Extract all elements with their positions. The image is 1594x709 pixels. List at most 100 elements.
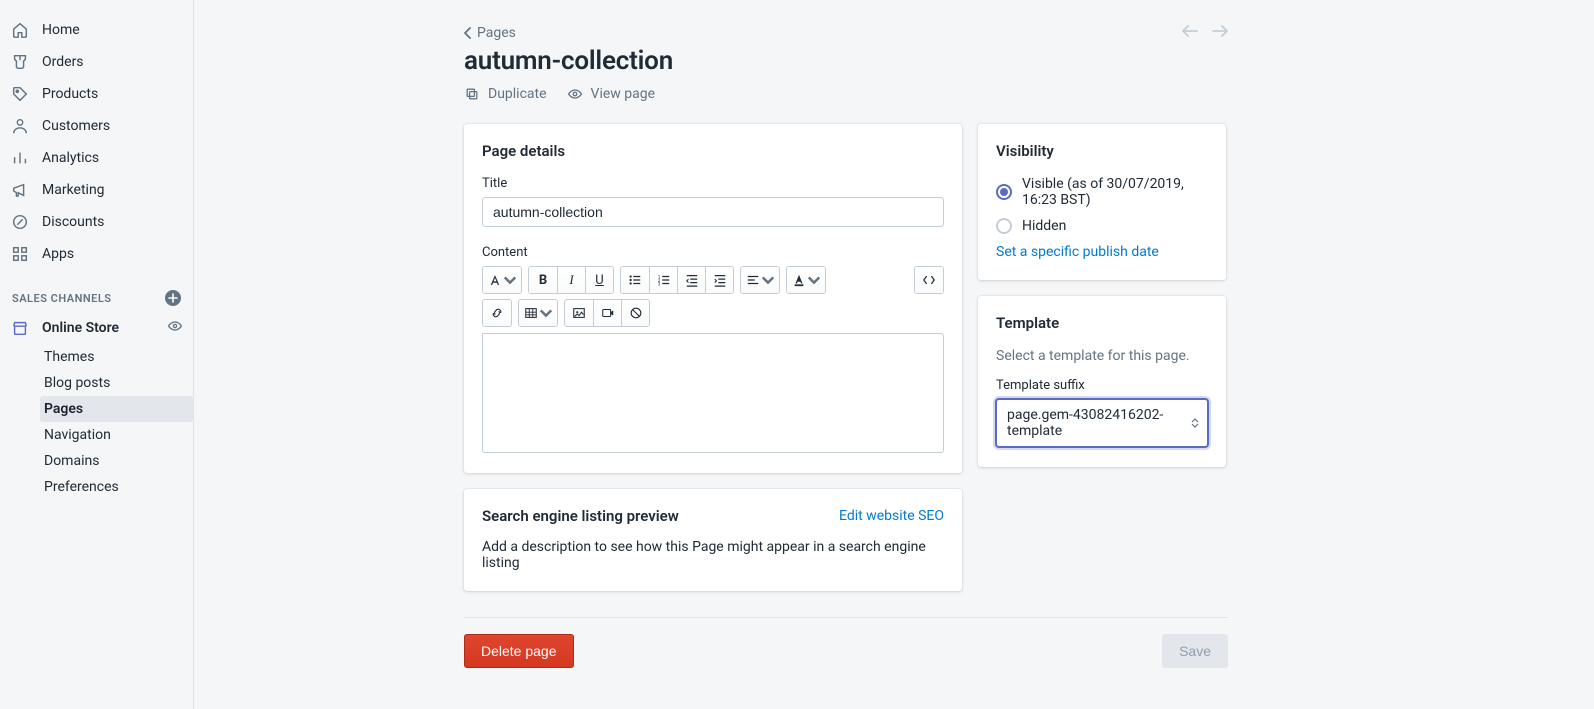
radio-selected-icon [996, 184, 1012, 200]
subnav-navigation-label: Navigation [44, 427, 111, 443]
rte-ordered-list[interactable]: 123 [649, 267, 677, 293]
rte-color-dropdown[interactable] [787, 267, 825, 293]
bullet-list-icon [628, 273, 642, 287]
edit-seo-link[interactable]: Edit website SEO [839, 508, 944, 524]
nav-online-store[interactable]: Online Store [0, 312, 193, 344]
nav-discounts-label: Discounts [42, 214, 104, 230]
subnav-preferences-label: Preferences [44, 479, 119, 495]
rte-table-dropdown[interactable] [519, 300, 557, 326]
radio-unselected-icon [996, 218, 1012, 234]
title-input[interactable] [482, 197, 944, 227]
prev-page-arrow[interactable] [1182, 24, 1198, 42]
rte-align-dropdown[interactable] [741, 267, 779, 293]
rte-video[interactable] [593, 300, 621, 326]
chevron-down-icon [761, 273, 775, 287]
rte-bold[interactable]: B [529, 267, 557, 293]
nav-analytics-label: Analytics [42, 150, 99, 166]
select-chevron-icon [1191, 418, 1199, 428]
template-select-value: page.gem-43082416202-template [1007, 407, 1163, 439]
nav-products[interactable]: Products [0, 78, 193, 110]
chevron-down-icon [503, 273, 517, 287]
template-select[interactable]: page.gem-43082416202-template [996, 399, 1208, 447]
format-icon [488, 273, 502, 287]
content-label: Content [482, 245, 944, 260]
user-icon [10, 116, 30, 136]
apps-icon [10, 244, 30, 264]
subnav-blog-label: Blog posts [44, 375, 110, 391]
seo-card: Search engine listing preview Edit websi… [464, 489, 962, 591]
nav-online-store-label: Online Store [42, 320, 119, 336]
clear-format-icon [629, 306, 643, 320]
sales-channels-heading: SALES CHANNELS [0, 282, 193, 312]
bold-icon: B [539, 273, 547, 288]
breadcrumb-back[interactable]: Pages [464, 25, 516, 41]
subnav-themes[interactable]: Themes [40, 344, 193, 370]
template-card: Template Select a template for this page… [978, 296, 1226, 467]
subnav-pages-label: Pages [44, 401, 83, 417]
subnav-preferences[interactable]: Preferences [40, 474, 193, 500]
link-icon [490, 306, 504, 320]
svg-text:3: 3 [657, 282, 660, 287]
eye-icon [567, 86, 583, 102]
table-icon [524, 306, 538, 320]
rte-indent[interactable] [705, 267, 733, 293]
set-publish-date-link[interactable]: Set a specific publish date [996, 244, 1159, 260]
subnav-blog-posts[interactable]: Blog posts [40, 370, 193, 396]
text-color-icon [792, 273, 806, 287]
rte-format-dropdown[interactable] [483, 267, 521, 293]
next-page-arrow[interactable] [1212, 24, 1228, 42]
view-page-action[interactable]: View page [567, 86, 656, 102]
nav-home[interactable]: Home [0, 14, 193, 46]
visibility-hidden-option[interactable]: Hidden [996, 218, 1208, 234]
visibility-hidden-label: Hidden [1022, 218, 1066, 234]
rte-clear-format[interactable] [621, 300, 649, 326]
rte-link[interactable] [483, 300, 511, 326]
main: Pages autumn-collection Duplicate [194, 0, 1594, 709]
subnav-domains-label: Domains [44, 453, 99, 469]
view-page-label: View page [591, 86, 656, 102]
breadcrumb-label: Pages [477, 25, 516, 41]
tag-icon [10, 84, 30, 104]
nav-apps[interactable]: Apps [0, 238, 193, 270]
image-icon [572, 306, 586, 320]
rte-italic[interactable]: I [557, 267, 585, 293]
chevron-down-icon [807, 273, 821, 287]
outdent-icon [685, 273, 699, 287]
nav-analytics[interactable]: Analytics [0, 142, 193, 174]
nav-home-label: Home [42, 22, 80, 38]
arrow-right-icon [1212, 24, 1228, 38]
template-heading: Template [996, 314, 1208, 332]
page-details-heading: Page details [482, 142, 944, 160]
video-icon [601, 306, 615, 320]
nav-orders[interactable]: Orders [0, 46, 193, 78]
arrow-left-icon [1182, 24, 1198, 38]
footer-actions: Delete page Save [464, 617, 1228, 668]
analytics-icon [10, 148, 30, 168]
rte-bullet-list[interactable] [621, 267, 649, 293]
rte-underline[interactable]: U [585, 267, 613, 293]
duplicate-label: Duplicate [488, 86, 547, 102]
visibility-card: Visibility Visible (as of 30/07/2019, 16… [978, 124, 1226, 280]
rte-image[interactable] [565, 300, 593, 326]
subnav-navigation[interactable]: Navigation [40, 422, 193, 448]
duplicate-action[interactable]: Duplicate [464, 86, 547, 102]
rte-html[interactable] [915, 267, 943, 293]
rte-toolbar: B I U 123 [482, 266, 944, 294]
delete-page-button[interactable]: Delete page [464, 634, 574, 668]
add-channel-button[interactable] [165, 290, 181, 306]
subnav-pages[interactable]: Pages [40, 396, 193, 422]
content-editor[interactable] [482, 333, 944, 453]
underline-icon: U [595, 273, 603, 288]
view-store-icon[interactable] [167, 318, 183, 338]
nav-customers[interactable]: Customers [0, 110, 193, 142]
visibility-visible-option[interactable]: Visible (as of 30/07/2019, 16:23 BST) [996, 176, 1208, 208]
duplicate-icon [464, 86, 480, 102]
nav-apps-label: Apps [42, 246, 74, 262]
page-title: autumn-collection [464, 46, 1228, 76]
subnav-domains[interactable]: Domains [40, 448, 193, 474]
store-icon [10, 318, 30, 338]
nav-marketing[interactable]: Marketing [0, 174, 193, 206]
rte-outdent[interactable] [677, 267, 705, 293]
sales-channels-label: SALES CHANNELS [12, 292, 112, 305]
nav-discounts[interactable]: Discounts [0, 206, 193, 238]
